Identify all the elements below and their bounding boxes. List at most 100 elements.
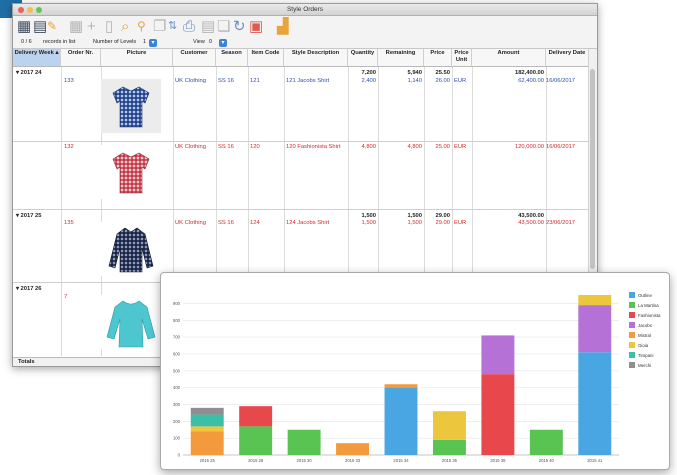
shirt-image-navy-check <box>101 222 161 276</box>
x-tick-label: 2015 41 <box>587 458 603 463</box>
customer: UK Clothing <box>175 78 206 84</box>
legend-label: Merchi <box>638 362 652 368</box>
refresh-icon[interactable]: ↻ <box>233 19 246 34</box>
x-tick-label: 2015 30 <box>297 458 313 463</box>
list-options-bar: 0 / 6 records in list Number of Levels 1… <box>13 38 597 49</box>
col-header-order-nr[interactable]: Order Nr. <box>61 49 101 67</box>
bar-segment <box>384 387 418 455</box>
sort-icon[interactable]: ⇅ <box>168 19 177 34</box>
records-label: records in list <box>43 39 76 45</box>
scrollbar-thumb[interactable] <box>590 69 595 269</box>
col-header-item-code[interactable]: Item Code <box>248 49 284 67</box>
filter-icon[interactable]: ⚲ <box>137 19 146 34</box>
col-header-quantity[interactable]: Quantity <box>348 49 378 67</box>
shirt-image-blue-check <box>101 79 161 133</box>
legend-label: Jacobs <box>638 322 652 328</box>
group-remaining: 5,940 <box>407 70 422 76</box>
legend-label: Mistral <box>638 332 651 338</box>
group-header-week[interactable]: ▾ 2017 25 <box>16 213 42 219</box>
bar-segment <box>287 429 321 455</box>
table-icon[interactable]: ▦ <box>69 19 83 34</box>
duplicate-icon[interactable]: ❐ <box>153 19 166 34</box>
x-tick-label: 2015 40 <box>539 458 555 463</box>
bar-segment <box>190 431 224 455</box>
group-price: 29.00 <box>435 213 450 219</box>
bar-segment <box>190 414 224 427</box>
col-header-delivery-date[interactable]: Delivery Date <box>546 49 589 67</box>
x-tick-label: 2015 25 <box>200 458 216 463</box>
col-header-style-description[interactable]: Style Description <box>284 49 348 67</box>
style-description: 121 Jacobs Shirt <box>286 78 330 84</box>
price: 29.00 <box>435 220 450 226</box>
delete-icon[interactable]: ▯ <box>105 19 113 34</box>
customer: UK Clothing <box>175 144 206 150</box>
y-tick-label: 800 <box>173 318 181 323</box>
style-description: 120 Fashionista Shirt <box>286 144 341 150</box>
document-icon[interactable]: ▤ <box>201 19 215 34</box>
col-header-remaining[interactable]: Remaining <box>378 49 424 67</box>
legend-swatch <box>629 312 635 318</box>
list-view-icon[interactable]: ▦ <box>17 19 31 34</box>
y-tick-label: 700 <box>173 335 181 340</box>
legend-label: Gioia <box>638 342 649 348</box>
copy-icon[interactable]: ❏ <box>217 19 230 34</box>
col-header-amount[interactable]: Amount <box>472 49 546 67</box>
levels-dropdown-button[interactable]: ▾ <box>149 39 157 47</box>
col-header-customer[interactable]: Customer <box>173 49 216 67</box>
group-header-week[interactable]: ▾ 2017 24 <box>16 70 42 76</box>
zoom-window-button[interactable] <box>36 6 42 13</box>
item-code: 120 <box>250 144 260 150</box>
quantity: 1,500 <box>361 220 376 226</box>
bar-segment <box>239 426 273 455</box>
chart-panel: 0 100 200 300 400 500 600 700 800 900 2015 25 2015 … <box>160 272 670 470</box>
order-nr: 132 <box>64 144 74 150</box>
customer: UK Clothing <box>175 220 206 226</box>
group-quantity: 1,500 <box>361 213 376 219</box>
chart-icon[interactable]: ▟ <box>277 19 289 34</box>
delivery-date: 16/06/2017 <box>546 144 576 150</box>
group-remaining: 1,500 <box>407 213 422 219</box>
style-description: 124 Jacobs Shirt <box>286 220 330 226</box>
minimize-window-button[interactable] <box>27 6 33 13</box>
price: 25.00 <box>435 144 450 150</box>
legend-swatch <box>629 342 635 348</box>
close-window-button[interactable] <box>18 6 24 13</box>
add-icon[interactable]: + <box>87 19 96 34</box>
levels-value: 1 <box>143 39 147 45</box>
x-tick-label: 2015 38 <box>490 458 506 463</box>
group-header-week[interactable]: ▾ 2017 26 <box>16 286 42 292</box>
item-code: 124 <box>250 220 260 226</box>
order-nr: 133 <box>64 78 74 84</box>
legend-swatch <box>629 292 635 298</box>
form-view-icon[interactable]: ▤ <box>33 19 47 34</box>
y-tick-label: 900 <box>173 301 181 306</box>
bar-segment <box>481 374 515 455</box>
delivery-date: 16/06/2017 <box>546 78 576 84</box>
item-code: 121 <box>250 78 260 84</box>
export-icon[interactable]: ▣ <box>249 19 263 34</box>
x-tick-label: 2015 33 <box>345 458 361 463</box>
order-nr: 7 <box>64 294 68 300</box>
view-dropdown-button[interactable]: ▾ <box>219 39 227 47</box>
legend-label: Fashionista <box>638 312 661 318</box>
edit-pencil-icon[interactable]: ✎ <box>47 19 57 34</box>
print-icon[interactable]: ⎙ <box>183 19 195 34</box>
col-header-picture[interactable]: Picture <box>101 49 173 67</box>
col-header-price[interactable]: Price <box>424 49 452 67</box>
bar-segment <box>481 335 515 375</box>
season: SS 16 <box>218 78 234 84</box>
group-price: 25.50 <box>435 70 450 76</box>
y-tick-label: 400 <box>173 385 181 390</box>
amount: 62,400.00 <box>518 78 544 84</box>
bar-segment <box>336 443 370 455</box>
search-icon[interactable]: ⌕ <box>121 19 129 34</box>
stacked-bar-chart: 0 100 200 300 400 500 600 700 800 900 2015 25 2015 … <box>173 295 619 463</box>
col-header-delivery-week[interactable]: Delivery Week ▴ <box>13 49 61 67</box>
group-quantity: 7,200 <box>361 70 376 76</box>
col-header-season[interactable]: Season <box>216 49 248 67</box>
legend-swatch <box>629 352 635 358</box>
season: SS 16 <box>218 220 234 226</box>
y-tick-label: 500 <box>173 368 181 373</box>
col-header-price-unit[interactable]: Price Unit <box>452 49 472 67</box>
bar-segment <box>529 429 563 455</box>
